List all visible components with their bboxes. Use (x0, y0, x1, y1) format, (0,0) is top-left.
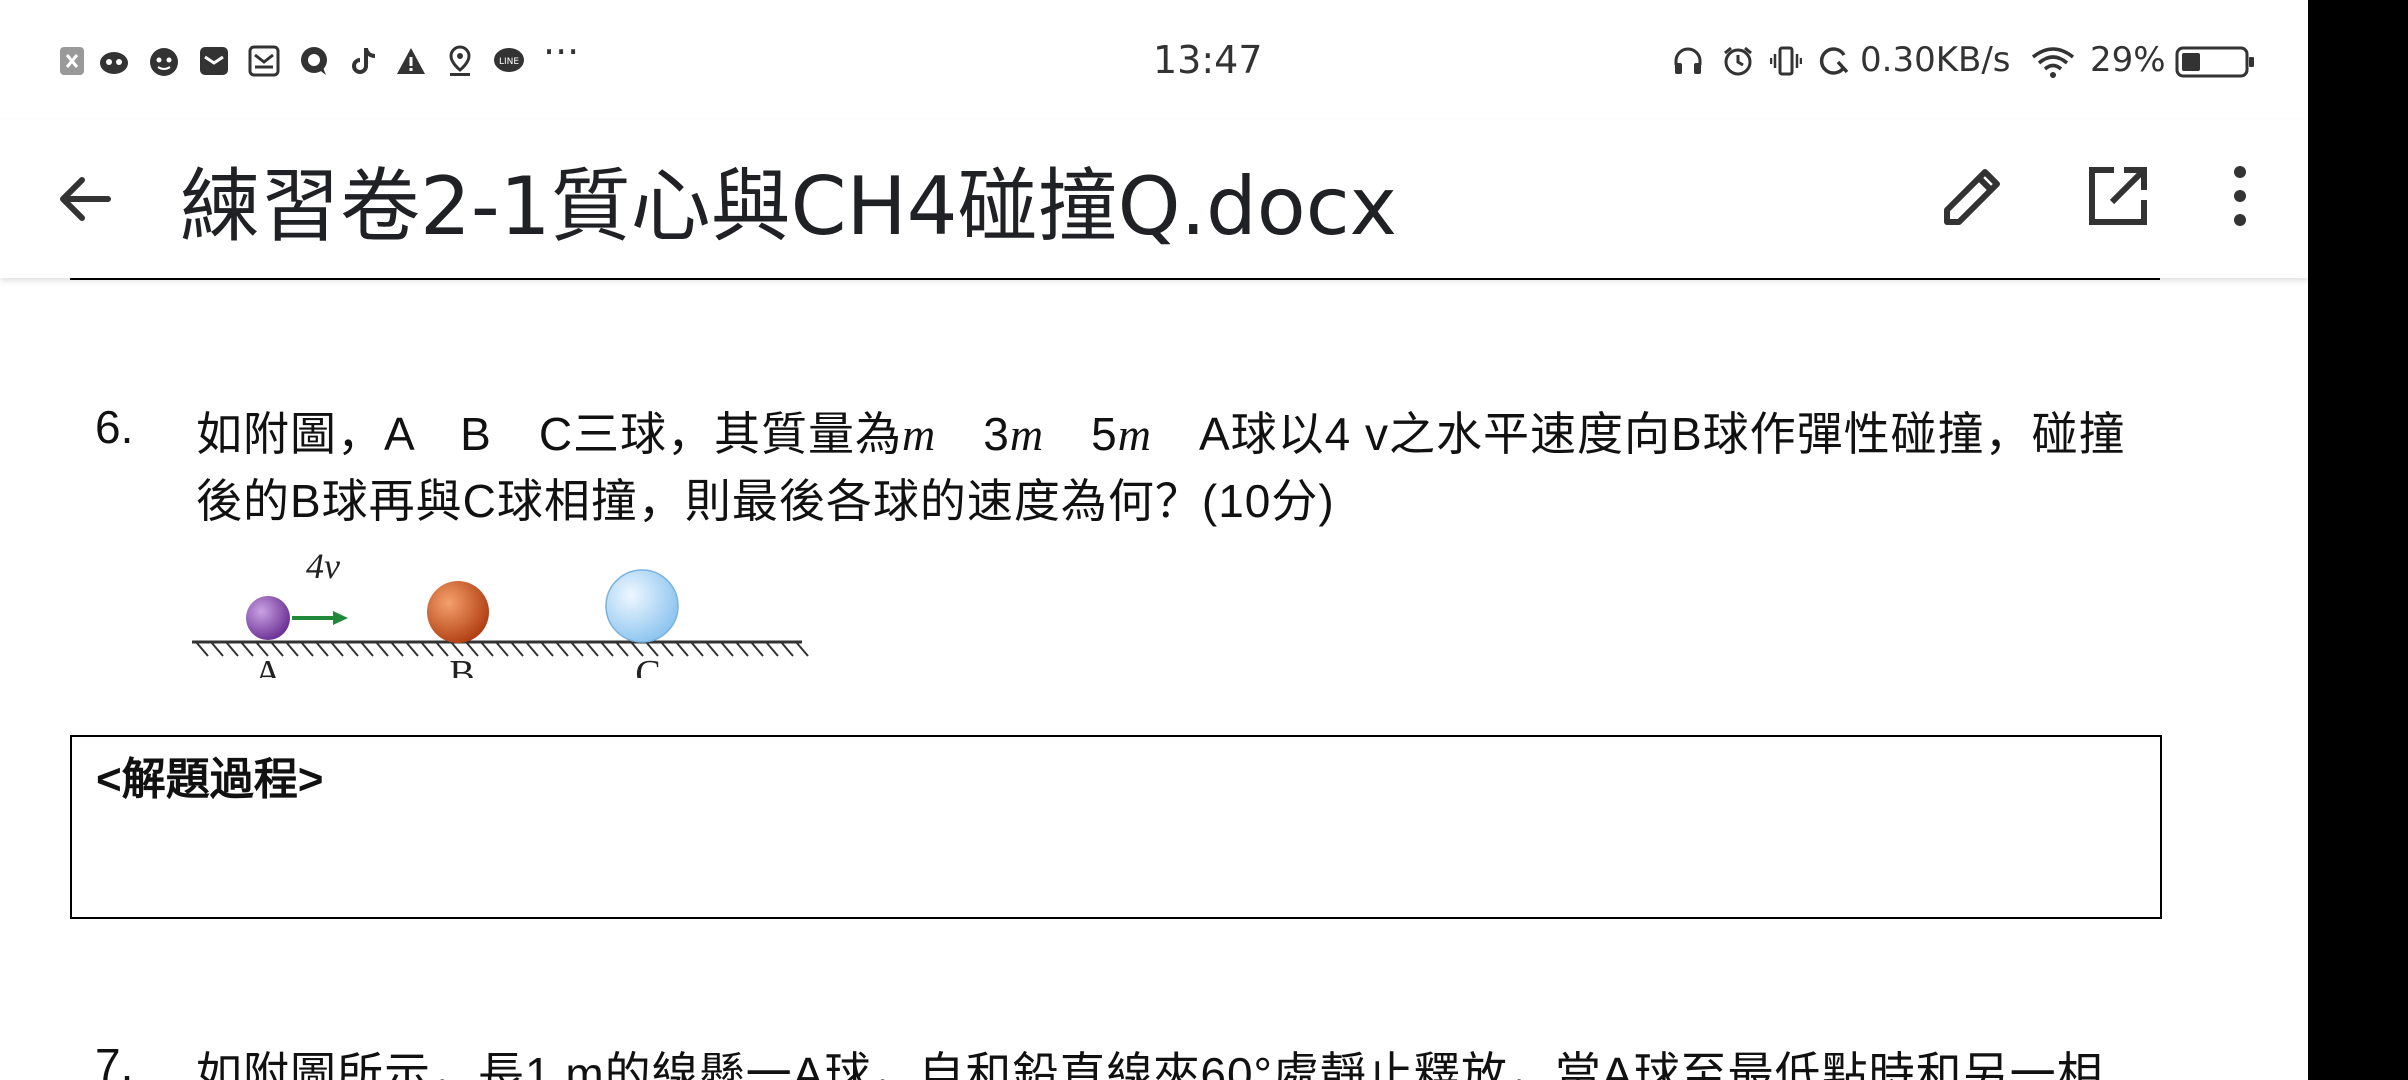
velocity-arrowhead (333, 611, 348, 625)
hatch-mark (390, 641, 404, 657)
hatch-mark (765, 641, 779, 657)
wifi-icon (2031, 47, 2075, 78)
q6-text-b: A球以4 v之水平速度向B球作彈性碰撞，碰撞 (1151, 408, 2126, 460)
document-view[interactable]: 6. 如附圖，A B C三球，其質量為m 3m 5m A球以4 v之水平速度向B… (0, 278, 2308, 1080)
hatch-mark (210, 641, 224, 657)
hatch-mark (405, 641, 419, 657)
q6-mass-c: m (1117, 409, 1152, 460)
hatch-mark (345, 641, 359, 657)
mail-icon (200, 47, 228, 75)
hatch-mark (285, 641, 299, 657)
hatch-mark (195, 641, 209, 657)
hatch-mark (555, 641, 569, 657)
collision-figure: 4v A B C (192, 546, 809, 678)
hatch-mark (375, 641, 389, 657)
gmail-icon (248, 45, 280, 77)
svg-text:LINE: LINE (499, 57, 519, 67)
hatch-mark (735, 641, 749, 657)
tiktok-icon (352, 48, 376, 74)
hatch-mark (495, 641, 509, 657)
q6-text-a: 如附圖，A B C三球，其質量為 (196, 408, 903, 460)
q6-mass-b: m (1009, 409, 1045, 460)
app-bar: 練習卷2-1質心與CH4碰撞Q.docx (0, 120, 2308, 278)
ball-b-label: B (449, 653, 474, 678)
headphones-icon (1674, 47, 1702, 74)
hatch-mark (420, 641, 434, 657)
open-external-icon[interactable] (2080, 158, 2156, 234)
ball-b (427, 581, 489, 643)
hatch-mark (690, 641, 704, 657)
question-7-number: 7. (95, 1039, 134, 1080)
ground-hatching (195, 641, 809, 657)
battery-icon (2175, 46, 2254, 78)
answer-box: <解題過程> (70, 735, 2162, 919)
hatch-mark (720, 641, 734, 657)
alarm-icon (1724, 46, 1752, 76)
hatch-mark (675, 641, 689, 657)
velocity-label: 4v (306, 546, 340, 586)
hatch-mark (510, 641, 524, 657)
battery-percentage: 29% (2090, 40, 2166, 80)
hatch-mark (780, 641, 794, 657)
q6-text-mid1: 3 (936, 408, 1010, 460)
more-vertical-icon[interactable] (2210, 158, 2270, 234)
ball-a (246, 596, 290, 640)
warning-icon (397, 48, 425, 74)
back-arrow-icon[interactable] (50, 164, 120, 234)
hatch-mark (435, 641, 449, 657)
location-pin-icon (449, 45, 471, 76)
ball-a-label: A (254, 653, 282, 678)
hatch-mark (480, 641, 494, 657)
hatch-mark (525, 641, 539, 657)
chat-bubble-icon (301, 47, 327, 75)
hatch-mark (315, 641, 329, 657)
pencil-icon[interactable] (1935, 158, 2011, 234)
question-7-line-1: 如附圖所示，長1 m的線懸一A球，自和鉛直線夾60°處靜止釋放，當A球至最低點時… (196, 1048, 2104, 1080)
cat-app-icon (100, 52, 128, 74)
hatch-mark (600, 641, 614, 657)
hatch-mark (360, 641, 374, 657)
hatch-mark (300, 641, 314, 657)
q6-mass-a: m (902, 409, 937, 460)
vibrate-icon (1770, 46, 1802, 76)
q6-text-mid2: 5 (1044, 408, 1118, 460)
hatch-mark (795, 641, 809, 657)
hatch-mark (570, 641, 584, 657)
hatch-mark (225, 641, 239, 657)
ball-c-label: C (635, 653, 660, 678)
more-notifications: ··· (543, 30, 580, 74)
screen: LINE ··· 13:47 0.30KB/s 29% 練習卷2-1質心與CH4… (0, 0, 2308, 1080)
answer-box-label: <解題過程> (96, 755, 324, 804)
data-saver-icon (1819, 47, 1849, 75)
line-icon: LINE (494, 48, 524, 72)
previous-answer-box-border (70, 278, 2160, 280)
network-speed: 0.30KB/s (1860, 40, 2011, 80)
hatch-mark (540, 641, 554, 657)
hatch-mark (705, 641, 719, 657)
close-icon (60, 47, 84, 75)
hatch-mark (750, 641, 764, 657)
document-title: 練習卷2-1質心與CH4碰撞Q.docx (180, 160, 1398, 253)
face-app-icon (150, 48, 178, 76)
clock: 13:47 (1153, 38, 1263, 82)
question-6-line-1: 如附圖，A B C三球，其質量為m 3m 5m A球以4 v之水平速度向B球作彈… (196, 398, 2126, 464)
hatch-mark (240, 641, 254, 657)
status-bar: LINE ··· 13:47 0.30KB/s 29% (0, 0, 2308, 120)
hatch-mark (330, 641, 344, 657)
hatch-mark (585, 641, 599, 657)
ball-c (605, 569, 679, 643)
hatch-mark (660, 641, 674, 657)
hatch-mark (615, 641, 629, 657)
question-6-number: 6. (95, 401, 134, 453)
